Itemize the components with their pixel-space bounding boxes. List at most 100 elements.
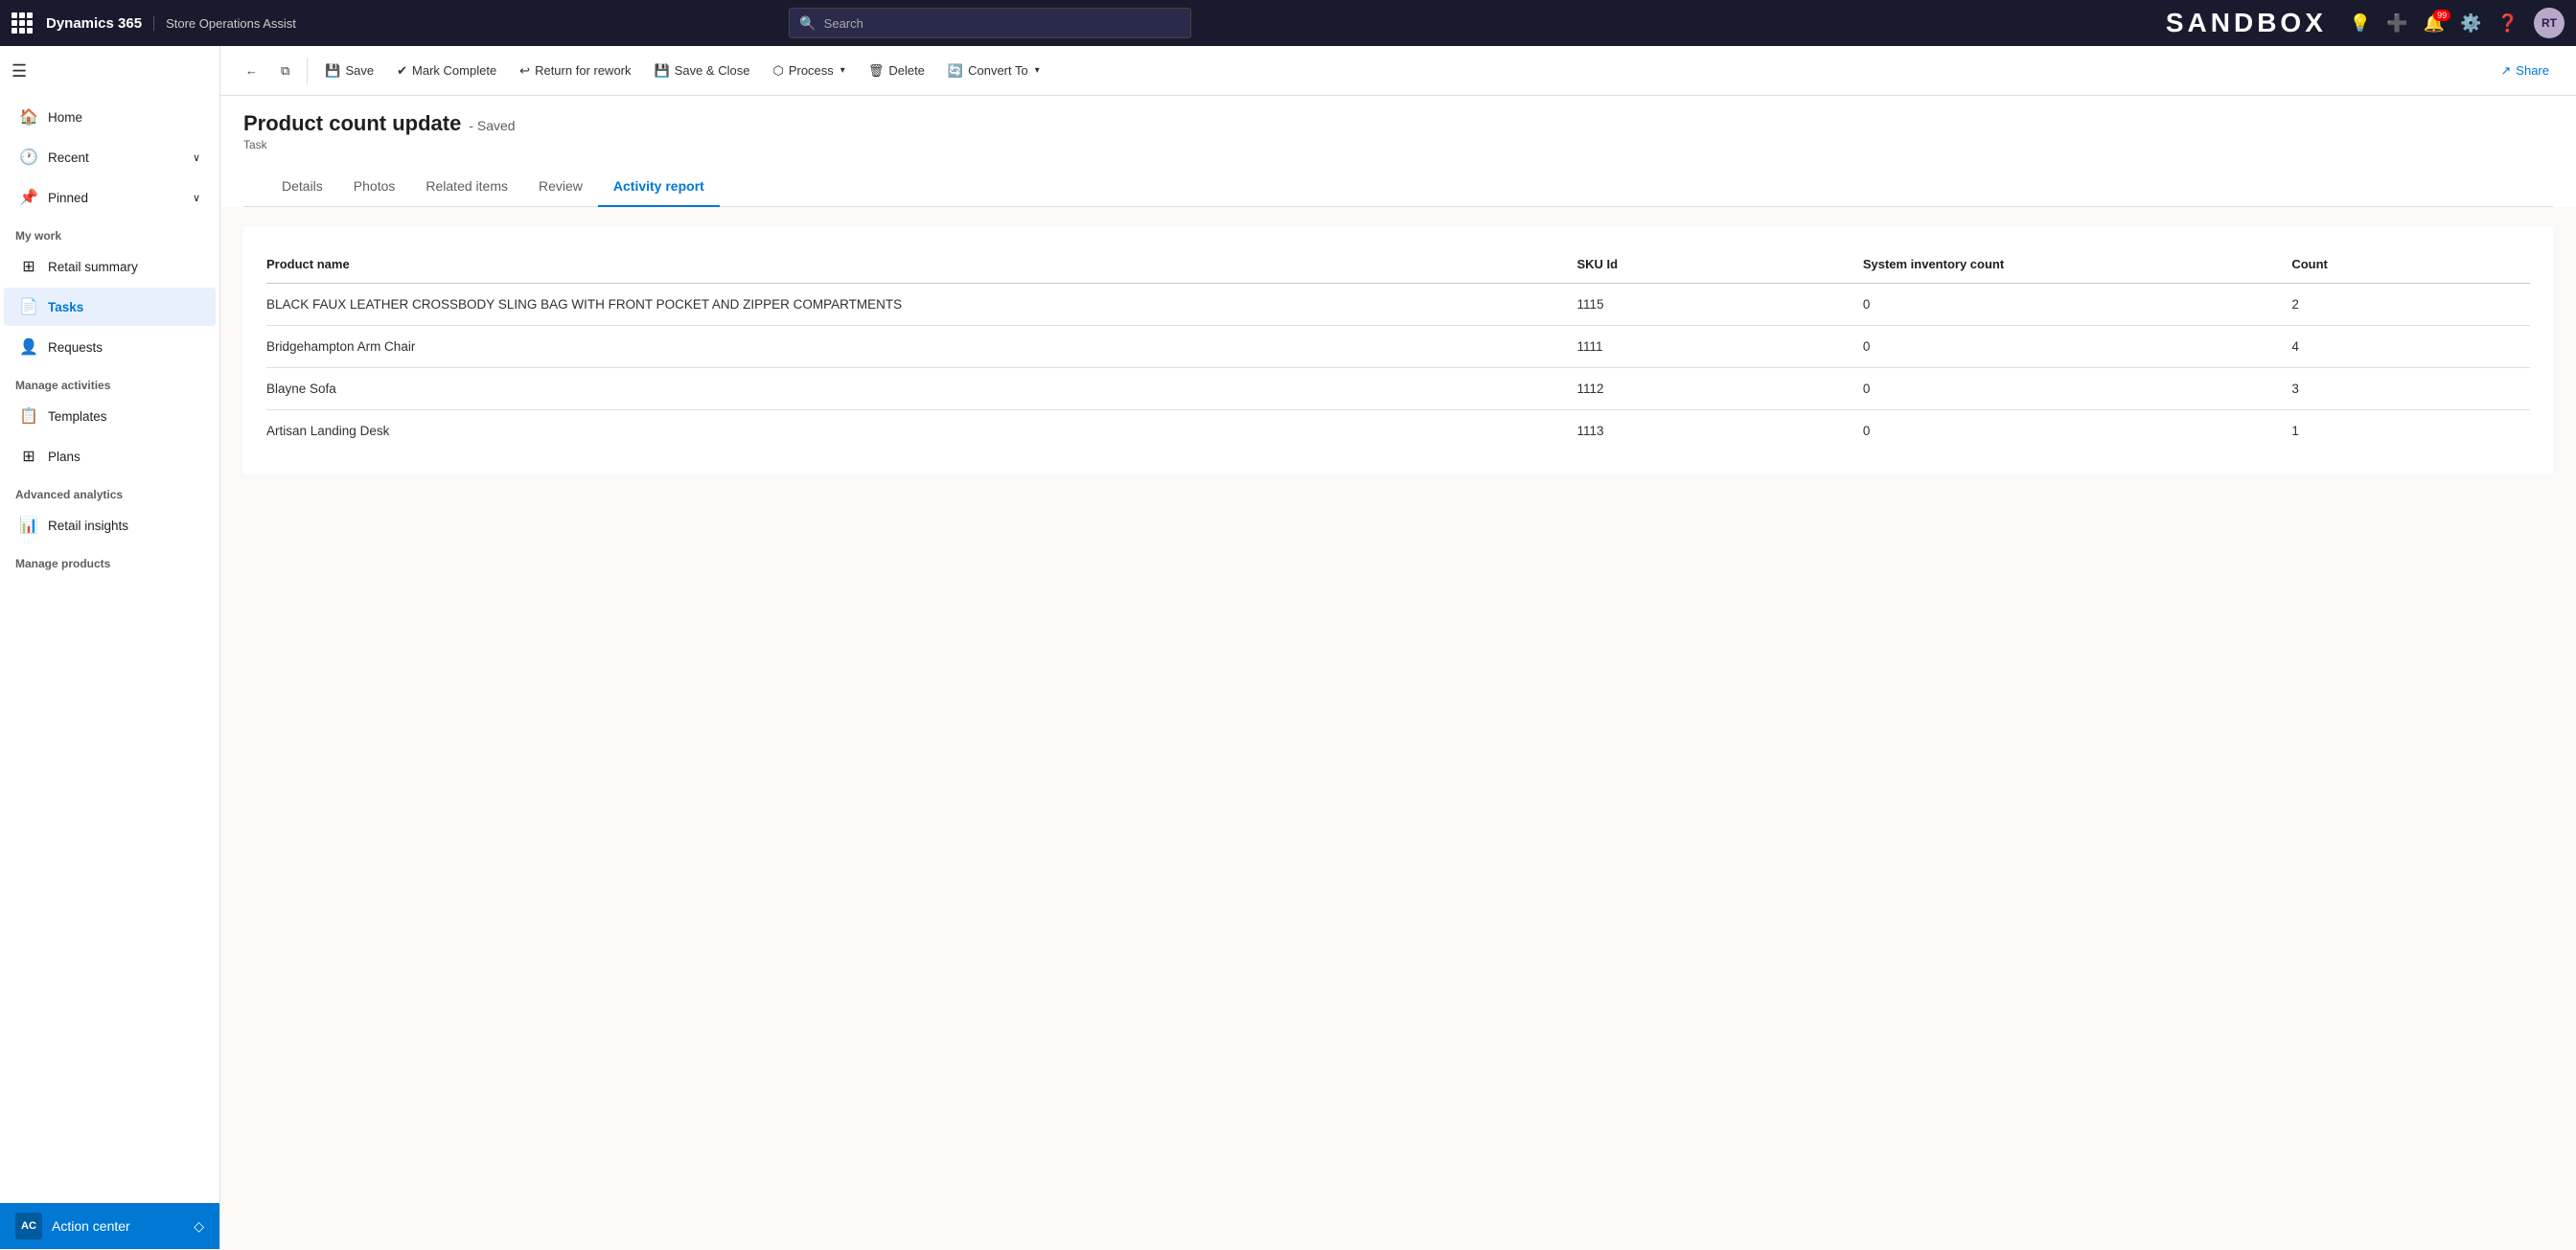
sidebar-item-label: Templates bbox=[48, 409, 107, 424]
cell-sic: 0 bbox=[1863, 284, 2292, 326]
tab-details[interactable]: Details bbox=[266, 167, 338, 207]
popout-icon: ⧉ bbox=[281, 63, 289, 79]
search-input[interactable] bbox=[824, 16, 1182, 31]
sidebar-item-action-center[interactable]: AC Action center ◇ bbox=[0, 1203, 219, 1249]
main-layout: ☰ 🏠 Home 🕐 Recent ∨ 📌 Pinned ∨ My work ⊞… bbox=[0, 46, 2576, 1250]
table-row: BLACK FAUX LEATHER CROSSBODY SLING BAG W… bbox=[266, 284, 2530, 326]
delete-icon: 🗑 bbox=[868, 63, 885, 79]
templates-icon: 📋 bbox=[19, 406, 38, 426]
page-subtitle: Task bbox=[243, 138, 2553, 151]
tab-related-items[interactable]: Related items bbox=[410, 167, 523, 207]
retail-insights-icon: 📊 bbox=[19, 516, 38, 535]
cell-product: Artisan Landing Desk bbox=[266, 410, 1576, 452]
notification-badge: 99 bbox=[2433, 10, 2450, 21]
popout-button[interactable]: ⧉ bbox=[271, 58, 299, 84]
sidebar-item-retail-summary[interactable]: ⊞ Retail summary bbox=[4, 247, 216, 286]
section-manage-activities: Manage activities bbox=[0, 367, 219, 396]
help-icon[interactable]: ❓ bbox=[2497, 13, 2518, 34]
return-for-rework-button[interactable]: ↩ Return for rework bbox=[510, 58, 640, 84]
col-header-product: Product name bbox=[266, 249, 1576, 284]
tasks-icon: 📄 bbox=[19, 297, 38, 316]
cell-sku: 1111 bbox=[1576, 326, 1862, 368]
sidebar-item-label: Home bbox=[48, 110, 82, 125]
mark-complete-label: Mark Complete bbox=[412, 63, 496, 78]
sidebar-item-label: Retail summary bbox=[48, 260, 138, 274]
add-icon[interactable]: ➕ bbox=[2386, 13, 2407, 34]
cell-product: BLACK FAUX LEATHER CROSSBODY SLING BAG W… bbox=[266, 284, 1576, 326]
share-button[interactable]: ↗ Share bbox=[2489, 58, 2561, 84]
table-row: Artisan Landing Desk 1113 0 1 bbox=[266, 410, 2530, 452]
check-icon: ✔ bbox=[397, 63, 407, 79]
tabs: Details Photos Related items Review Acti… bbox=[243, 167, 2553, 207]
sidebar-item-label: Tasks bbox=[48, 300, 83, 314]
cell-sku: 1115 bbox=[1576, 284, 1862, 326]
product-table: Product name SKU Id System inventory cou… bbox=[266, 249, 2530, 451]
back-icon: ← bbox=[245, 63, 258, 78]
table-row: Blayne Sofa 1112 0 3 bbox=[266, 368, 2530, 410]
separator bbox=[307, 58, 308, 84]
sandbox-label: SANDBOX bbox=[2166, 8, 2327, 38]
page-title: Product count update bbox=[243, 111, 461, 136]
return-for-rework-label: Return for rework bbox=[535, 63, 631, 78]
section-my-work: My work bbox=[0, 218, 219, 246]
grid-menu-button[interactable] bbox=[12, 12, 34, 34]
convert-to-label: Convert To bbox=[968, 63, 1028, 78]
settings-icon[interactable]: ⚙️ bbox=[2460, 13, 2481, 34]
lightbulb-icon[interactable]: 💡 bbox=[2350, 13, 2371, 34]
process-button[interactable]: ⬡ Process bbox=[763, 58, 854, 84]
action-center-avatar: AC bbox=[15, 1213, 42, 1239]
table-container: Product name SKU Id System inventory cou… bbox=[243, 226, 2553, 475]
sidebar-item-pinned[interactable]: 📌 Pinned ∨ bbox=[4, 178, 216, 217]
save-button[interactable]: 💾 Save bbox=[315, 58, 383, 84]
plans-icon: ⊞ bbox=[19, 447, 38, 466]
process-label: Process bbox=[789, 63, 834, 78]
tab-review[interactable]: Review bbox=[523, 167, 598, 207]
cell-count: 3 bbox=[2291, 368, 2530, 410]
cell-sku: 1113 bbox=[1576, 410, 1862, 452]
sidebar-item-templates[interactable]: 📋 Templates bbox=[4, 397, 216, 435]
section-manage-products: Manage products bbox=[0, 545, 219, 574]
chevron-down-icon: ∨ bbox=[193, 151, 200, 164]
page-content: Product name SKU Id System inventory cou… bbox=[220, 207, 2576, 1250]
chevron-down-icon: ∨ bbox=[193, 192, 200, 204]
sidebar-item-home[interactable]: 🏠 Home bbox=[4, 98, 216, 136]
search-icon: 🔍 bbox=[799, 15, 816, 32]
back-button[interactable]: ← bbox=[236, 58, 267, 83]
cell-product: Blayne Sofa bbox=[266, 368, 1576, 410]
sidebar-item-tasks[interactable]: 📄 Tasks bbox=[4, 288, 216, 326]
share-icon: ↗ bbox=[2500, 63, 2511, 79]
sidebar-item-retail-insights[interactable]: 📊 Retail insights bbox=[4, 506, 216, 544]
tab-photos[interactable]: Photos bbox=[338, 167, 411, 207]
delete-label: Delete bbox=[888, 63, 925, 78]
cell-sic: 0 bbox=[1863, 368, 2292, 410]
search-bar[interactable]: 🔍 bbox=[789, 8, 1191, 38]
sidebar-item-label: Plans bbox=[48, 450, 80, 464]
cell-sic: 0 bbox=[1863, 326, 2292, 368]
tab-activity-report[interactable]: Activity report bbox=[598, 167, 720, 207]
action-center-label: Action center bbox=[52, 1218, 130, 1234]
notification-icon[interactable]: 🔔 99 bbox=[2424, 13, 2445, 34]
delete-button[interactable]: 🗑 Delete bbox=[859, 58, 934, 84]
mark-complete-button[interactable]: ✔ Mark Complete bbox=[387, 58, 506, 84]
col-header-sic: System inventory count bbox=[1863, 249, 2292, 284]
cell-product: Bridgehampton Arm Chair bbox=[266, 326, 1576, 368]
process-icon: ⬡ bbox=[772, 63, 783, 79]
convert-to-button[interactable]: 🔄 Convert To bbox=[938, 58, 1049, 84]
save-close-button[interactable]: 💾 Save & Close bbox=[645, 58, 760, 84]
saved-label: - Saved bbox=[469, 118, 515, 133]
col-header-sku: SKU Id bbox=[1576, 249, 1862, 284]
sidebar-item-requests[interactable]: 👤 Requests bbox=[4, 328, 216, 366]
col-header-count: Count bbox=[2291, 249, 2530, 284]
save-label: Save bbox=[345, 63, 374, 78]
cell-count: 4 bbox=[2291, 326, 2530, 368]
sidebar-item-plans[interactable]: ⊞ Plans bbox=[4, 437, 216, 475]
action-bar: ← ⧉ 💾 Save ✔ Mark Complete ↩ Return for … bbox=[220, 46, 2576, 96]
sidebar-item-recent[interactable]: 🕐 Recent ∨ bbox=[4, 138, 216, 176]
cell-count: 1 bbox=[2291, 410, 2530, 452]
hamburger-button[interactable]: ☰ bbox=[4, 54, 216, 89]
share-label: Share bbox=[2516, 63, 2549, 78]
user-avatar[interactable]: RT bbox=[2534, 8, 2564, 38]
save-icon: 💾 bbox=[325, 63, 340, 79]
sidebar: ☰ 🏠 Home 🕐 Recent ∨ 📌 Pinned ∨ My work ⊞… bbox=[0, 46, 220, 1250]
app-title: Dynamics 365 bbox=[46, 15, 142, 32]
